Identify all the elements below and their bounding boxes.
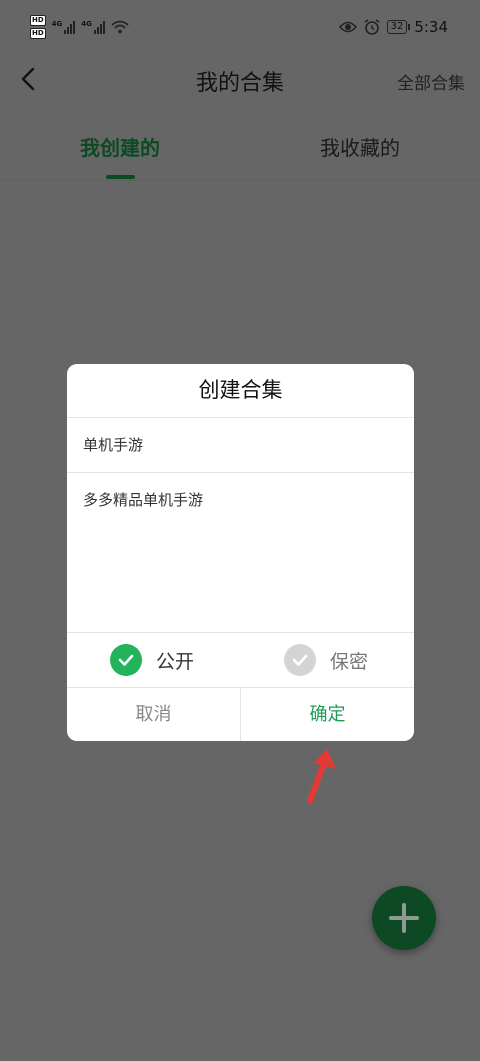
check-icon xyxy=(284,644,316,676)
eye-icon xyxy=(338,21,357,33)
tab-bar: 我创建的 我收藏的 xyxy=(0,120,480,182)
tab-favorited[interactable]: 我收藏的 xyxy=(240,132,480,161)
signal-icon-1: 4G xyxy=(52,20,76,34)
battery-indicator: 32 xyxy=(386,20,411,34)
hd-badge-1: HD xyxy=(30,15,46,26)
plus-icon xyxy=(389,903,419,933)
status-time: 5:34 xyxy=(414,18,448,36)
network-type-1: 4G xyxy=(51,20,63,28)
hd-badge-2: HD xyxy=(30,28,46,39)
check-icon xyxy=(110,644,142,676)
dialog-actions: 取消 确定 xyxy=(67,688,414,741)
status-right: 32 5:34 xyxy=(338,18,448,36)
status-bar: HD HD 4G 4G 32 5:34 xyxy=(0,0,480,58)
hd-badges: HD HD xyxy=(30,15,46,39)
visibility-options: 公开 保密 xyxy=(67,633,414,688)
confirm-button[interactable]: 确定 xyxy=(241,688,414,741)
status-left: HD HD 4G 4G xyxy=(30,15,129,39)
collection-name-input[interactable]: 单机手游 xyxy=(67,418,414,473)
private-label: 保密 xyxy=(330,650,369,673)
network-type-2: 4G xyxy=(81,20,92,28)
wifi-icon xyxy=(111,20,129,34)
visibility-private-option[interactable]: 保密 xyxy=(284,644,368,676)
top-bar: 我的合集 全部合集 xyxy=(0,58,480,102)
visibility-public-option[interactable]: 公开 xyxy=(110,644,194,676)
add-collection-button[interactable] xyxy=(372,886,436,950)
signal-icon-2: 4G xyxy=(81,20,105,34)
dialog-title: 创建合集 xyxy=(67,364,414,418)
collection-description-input[interactable]: 多多精品单机手游 xyxy=(67,473,414,633)
tabs-divider xyxy=(0,180,480,181)
all-collections-link[interactable]: 全部合集 xyxy=(397,69,465,94)
cancel-button[interactable]: 取消 xyxy=(67,688,241,741)
create-collection-dialog: 创建合集 单机手游 多多精品单机手游 公开 保密 取消 确定 xyxy=(67,364,414,741)
tab-created[interactable]: 我创建的 xyxy=(0,132,240,161)
public-label: 公开 xyxy=(156,650,195,673)
red-arrow-icon xyxy=(307,749,336,804)
active-tab-indicator xyxy=(106,175,135,179)
alarm-icon xyxy=(364,19,380,35)
